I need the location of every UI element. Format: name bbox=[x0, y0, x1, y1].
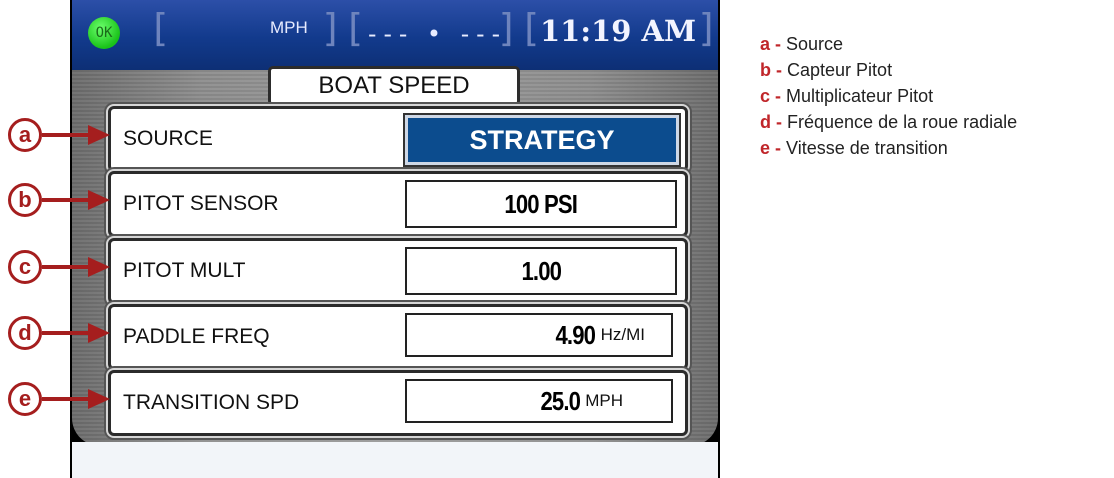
transition-spd-row[interactable]: TRANSITION SPD 25.0 MPH bbox=[108, 370, 688, 436]
transition-spd-value: 25.0 bbox=[540, 385, 580, 416]
pitot-sensor-value: 100 PSI bbox=[504, 188, 579, 219]
paddle-freq-value-field[interactable]: 4.90 Hz/MI bbox=[405, 313, 673, 357]
callout-b: b bbox=[8, 183, 42, 217]
bracket-icon: ][ bbox=[320, 6, 366, 50]
legend-item: a - Source bbox=[760, 34, 844, 54]
pitot-sensor-row[interactable]: PITOT SENSOR 100 PSI bbox=[108, 171, 688, 237]
bracket-icon: ][ bbox=[496, 6, 542, 50]
legend-item: e - Vitesse de transition bbox=[760, 138, 948, 158]
pitot-mult-row[interactable]: PITOT MULT 1.00 bbox=[108, 238, 688, 304]
speed-readout: --- • --- bbox=[365, 20, 505, 48]
arrow-head-icon bbox=[88, 257, 110, 277]
callout-arrow bbox=[42, 133, 90, 137]
screen-footer bbox=[72, 442, 718, 478]
legend: a - Source b - Capteur Pitot c - Multipl… bbox=[760, 34, 1017, 164]
legend-item: b - Capteur Pitot bbox=[760, 60, 893, 80]
callout-d: d bbox=[8, 316, 42, 350]
transition-spd-unit: MPH bbox=[585, 391, 623, 410]
row-label: PADDLE FREQ bbox=[123, 325, 270, 348]
paddle-freq-value: 4.90 bbox=[555, 319, 596, 350]
bracket-icon: [ bbox=[148, 6, 171, 50]
callout-e: e bbox=[8, 382, 42, 416]
status-bar: OK [ MPH ][ --- • --- ][ 11:19 AM ] bbox=[72, 0, 719, 70]
row-label: TRANSITION SPD bbox=[123, 391, 300, 414]
arrow-head-icon bbox=[88, 389, 110, 409]
page-title: BOAT SPEED bbox=[268, 66, 520, 106]
callout-arrow bbox=[42, 198, 90, 202]
transition-spd-value-field[interactable]: 25.0 MPH bbox=[405, 379, 673, 423]
ok-status-icon: OK bbox=[88, 17, 120, 49]
source-value: STRATEGY bbox=[469, 124, 615, 155]
pitot-mult-value-field[interactable]: 1.00 bbox=[405, 247, 677, 295]
clock: 11:19 AM bbox=[540, 14, 697, 48]
bracket-icon: ] bbox=[696, 6, 719, 50]
arrow-head-icon bbox=[88, 323, 110, 343]
legend-item: c - Multiplicateur Pitot bbox=[760, 86, 934, 106]
row-label: PITOT MULT bbox=[123, 259, 246, 282]
callout-arrow bbox=[42, 265, 90, 269]
source-value-field[interactable]: STRATEGY bbox=[405, 115, 679, 165]
pitot-mult-value: 1.00 bbox=[521, 255, 561, 286]
paddle-freq-row[interactable]: PADDLE FREQ 4.90 Hz/MI bbox=[108, 304, 688, 370]
paddle-freq-unit: Hz/MI bbox=[600, 325, 645, 344]
legend-item: d - Fréquence de la roue radiale bbox=[760, 112, 1018, 132]
callout-a: a bbox=[8, 118, 42, 152]
arrow-head-icon bbox=[88, 125, 110, 145]
callout-arrow bbox=[42, 331, 90, 335]
callout-c: c bbox=[8, 250, 42, 284]
row-label: PITOT SENSOR bbox=[123, 192, 279, 215]
pitot-sensor-value-field[interactable]: 100 PSI bbox=[405, 180, 677, 228]
arrow-head-icon bbox=[88, 190, 110, 210]
callout-arrow bbox=[42, 397, 90, 401]
row-label: SOURCE bbox=[123, 127, 213, 150]
speed-unit-label: MPH bbox=[270, 18, 308, 37]
source-row[interactable]: SOURCE STRATEGY bbox=[108, 106, 688, 172]
